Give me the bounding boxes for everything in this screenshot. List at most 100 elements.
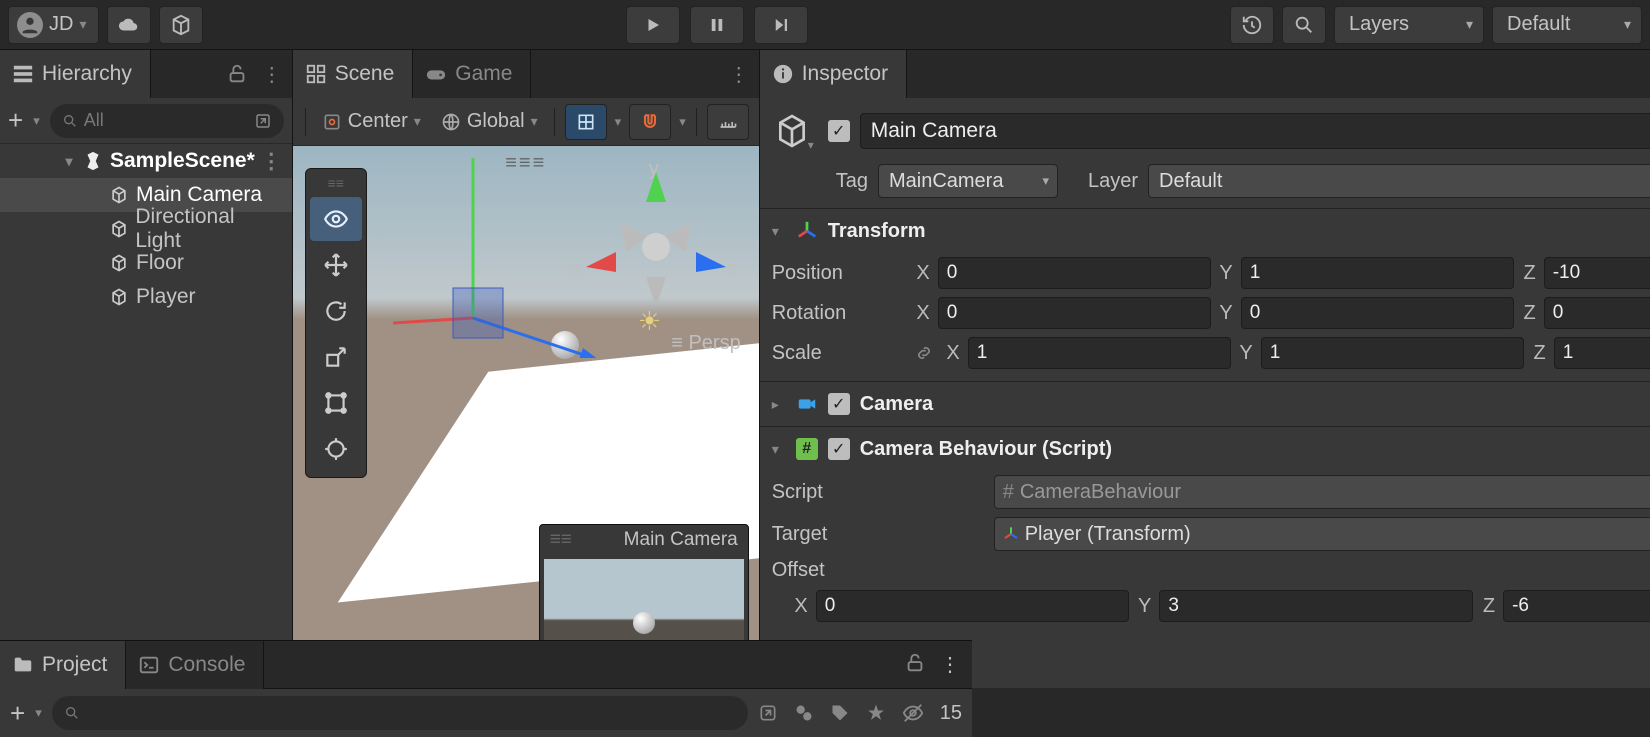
rect-tool[interactable] (310, 381, 362, 425)
globe-icon (441, 112, 461, 132)
label-icon[interactable] (830, 703, 850, 723)
offset-z-field[interactable] (1503, 590, 1650, 622)
magnet-icon (640, 112, 660, 132)
cloud-button[interactable] (107, 6, 151, 44)
camera-enabled-checkbox[interactable]: ✓ (828, 393, 850, 415)
pause-button[interactable] (690, 6, 744, 44)
chevron-down-icon: ▾ (79, 16, 86, 33)
eye-icon (323, 206, 349, 232)
filter-icon[interactable] (794, 703, 814, 723)
expand-icon[interactable]: ▸ (772, 396, 786, 413)
hierarchy-search[interactable]: All (50, 104, 284, 138)
move-icon (323, 252, 349, 278)
hidden-icon[interactable] (902, 702, 924, 724)
script-header[interactable]: ▾ # ✓ Camera Behaviour (Script) ⋮ (760, 427, 1650, 471)
scene-viewport[interactable]: ≡≡≡ ☀ ≡≡ (293, 146, 759, 688)
chevron-down-icon[interactable]: ▾ (33, 113, 40, 129)
layers-dropdown[interactable]: Layers (1334, 6, 1484, 44)
position-z-field[interactable] (1544, 257, 1650, 289)
transform-tool[interactable] (310, 427, 362, 471)
scale-y-field[interactable] (1261, 337, 1524, 369)
console-tab[interactable]: Console (126, 641, 264, 689)
chevron-down-icon[interactable]: ▾ (615, 114, 622, 130)
transform-icon (796, 220, 818, 242)
orientation-gizmo[interactable]: y x z ≡ Persp (571, 162, 741, 332)
position-x-field[interactable] (938, 257, 1211, 289)
increment-snap-button[interactable] (707, 104, 749, 140)
hierarchy-tab[interactable]: Hierarchy (0, 50, 151, 98)
camera-header[interactable]: ▸ ✓ Camera ⋮ (760, 382, 1650, 426)
unlock-icon[interactable] (904, 652, 926, 677)
chevron-down-icon[interactable]: ▾ (679, 114, 686, 130)
menu-icon[interactable]: ⋮ (940, 652, 960, 677)
layout-label: Default (1507, 13, 1570, 36)
snap-button[interactable] (629, 104, 671, 140)
menu-icon[interactable]: ⋮ (261, 149, 282, 174)
gameobject-icon[interactable]: ▾ (772, 108, 818, 154)
unlock-icon[interactable] (226, 63, 248, 85)
offset-x-field[interactable] (816, 590, 1130, 622)
filter-by-type-icon[interactable] (758, 703, 778, 723)
collapse-icon[interactable]: ▾ (772, 223, 786, 240)
drag-handle-icon[interactable]: ≡≡ (328, 175, 344, 195)
step-button[interactable] (754, 6, 808, 44)
link-icon[interactable] (914, 343, 934, 363)
inspector-header: Inspector ⋮ (760, 50, 1650, 98)
transform-header[interactable]: ▾ Transform ⋮ (760, 209, 1650, 253)
script-component: ▾ # ✓ Camera Behaviour (Script) ⋮ Script… (760, 426, 1650, 634)
projection-label[interactable]: ≡ Persp (671, 332, 740, 355)
account-button[interactable]: JD ▾ (8, 6, 99, 44)
tag-dropdown[interactable]: MainCamera (878, 164, 1058, 198)
collapse-icon[interactable]: ▾ (62, 153, 76, 170)
popout-icon[interactable] (254, 112, 272, 130)
hierarchy-item-label: Main Camera (136, 183, 262, 207)
package-manager-button[interactable] (159, 6, 203, 44)
scale-x-field[interactable] (968, 337, 1231, 369)
script-enabled-checkbox[interactable]: ✓ (828, 438, 850, 460)
game-tab[interactable]: Game (413, 50, 531, 98)
project-search[interactable] (52, 696, 748, 730)
hierarchy-item-directional-light[interactable]: Directional Light (0, 212, 292, 246)
script-icon: # (796, 438, 818, 460)
hierarchy-item-player[interactable]: Player (0, 280, 292, 314)
project-tab[interactable]: Project (0, 641, 126, 689)
hierarchy-toolbar: + ▾ All (0, 98, 292, 144)
position-y-field[interactable] (1241, 257, 1514, 289)
collapse-icon[interactable]: ▾ (772, 441, 786, 458)
view-tool[interactable] (310, 197, 362, 241)
object-name-field[interactable] (860, 113, 1650, 149)
chevron-down-icon[interactable]: ▾ (35, 705, 42, 721)
favorite-icon[interactable] (866, 703, 886, 723)
layout-dropdown[interactable]: Default (1492, 6, 1642, 44)
scene-row[interactable]: ▾ SampleScene* ⋮ (0, 144, 292, 178)
menu-icon[interactable]: ⋮ (729, 62, 749, 87)
rotation-y-field[interactable] (1241, 297, 1514, 329)
gameobject-icon (108, 184, 130, 206)
hierarchy-title: Hierarchy (42, 62, 132, 86)
active-checkbox[interactable]: ✓ (828, 120, 850, 142)
offset-y-field[interactable] (1159, 590, 1473, 622)
rotation-x-field[interactable] (938, 297, 1211, 329)
add-button[interactable]: + (8, 105, 23, 136)
search-button[interactable] (1282, 6, 1326, 44)
layer-dropdown[interactable]: Default (1148, 164, 1650, 198)
scale-z-field[interactable] (1554, 337, 1650, 369)
menu-icon[interactable]: ⋮ (262, 62, 282, 87)
hierarchy-tree: ▾ SampleScene* ⋮ Main Camera Directional… (0, 144, 292, 688)
scale-tool[interactable] (310, 335, 362, 379)
rotation-z-field[interactable] (1544, 297, 1650, 329)
scene-tab[interactable]: Scene (293, 50, 414, 98)
target-field[interactable]: Player (Transform) (994, 517, 1650, 551)
drag-handle-icon[interactable]: ≡≡ (550, 529, 572, 551)
inspector-tab[interactable]: Inspector (760, 50, 907, 98)
undo-history-button[interactable] (1230, 6, 1274, 44)
rotate-tool[interactable] (310, 289, 362, 333)
ruler-icon (717, 112, 739, 132)
add-button[interactable]: + (10, 698, 25, 729)
play-button[interactable] (626, 6, 680, 44)
space-mode-dropdown[interactable]: Global ▾ (435, 110, 544, 133)
inspector-body: ▾ ✓ Static ▾ Tag MainCamera Layer Defaul… (760, 98, 1650, 688)
move-tool[interactable] (310, 243, 362, 287)
grid-snap-button[interactable] (565, 104, 607, 140)
pivot-mode-dropdown[interactable]: Center ▾ (316, 110, 427, 133)
